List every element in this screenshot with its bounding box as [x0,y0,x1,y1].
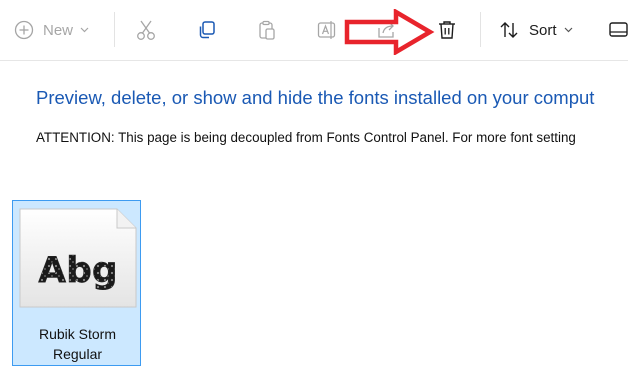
copy-button[interactable] [195,18,219,42]
delete-button[interactable] [435,18,459,42]
page-title: Preview, delete, or show and hide the fo… [36,87,595,108]
new-button[interactable]: New [14,16,98,44]
attention-note: ATTENTION: This page is being decoupled … [36,130,576,145]
font-preview-glyphs: Abg [38,250,117,291]
font-tile-rubik-storm[interactable]: Abg Rubik Storm Regular [12,200,141,366]
view-button[interactable] [608,18,628,42]
font-name-line1: Rubik Storm [38,326,117,342]
paste-button[interactable] [255,18,279,42]
command-bar: New Sort [0,0,628,61]
new-button-label: New [43,21,74,39]
toolbar-divider [114,12,115,47]
delete-icon [436,19,458,41]
rename-icon [316,19,338,41]
view-icon [608,19,628,41]
copy-icon [196,19,218,41]
sort-button-label: Sort [529,21,557,39]
font-name-line2: Regular [52,346,103,362]
toolbar-divider [480,12,481,47]
annotation-arrow [344,9,435,55]
chevron-down-icon [80,27,89,33]
cut-button[interactable] [134,18,158,42]
font-file-icon: Abg [19,208,137,313]
paste-icon [256,19,278,41]
chevron-down-icon [564,27,573,33]
rename-button[interactable] [315,18,339,42]
sort-icon [498,19,520,41]
sort-button[interactable]: Sort [498,16,580,44]
cut-icon [135,19,157,41]
plus-circle-icon [14,20,34,40]
